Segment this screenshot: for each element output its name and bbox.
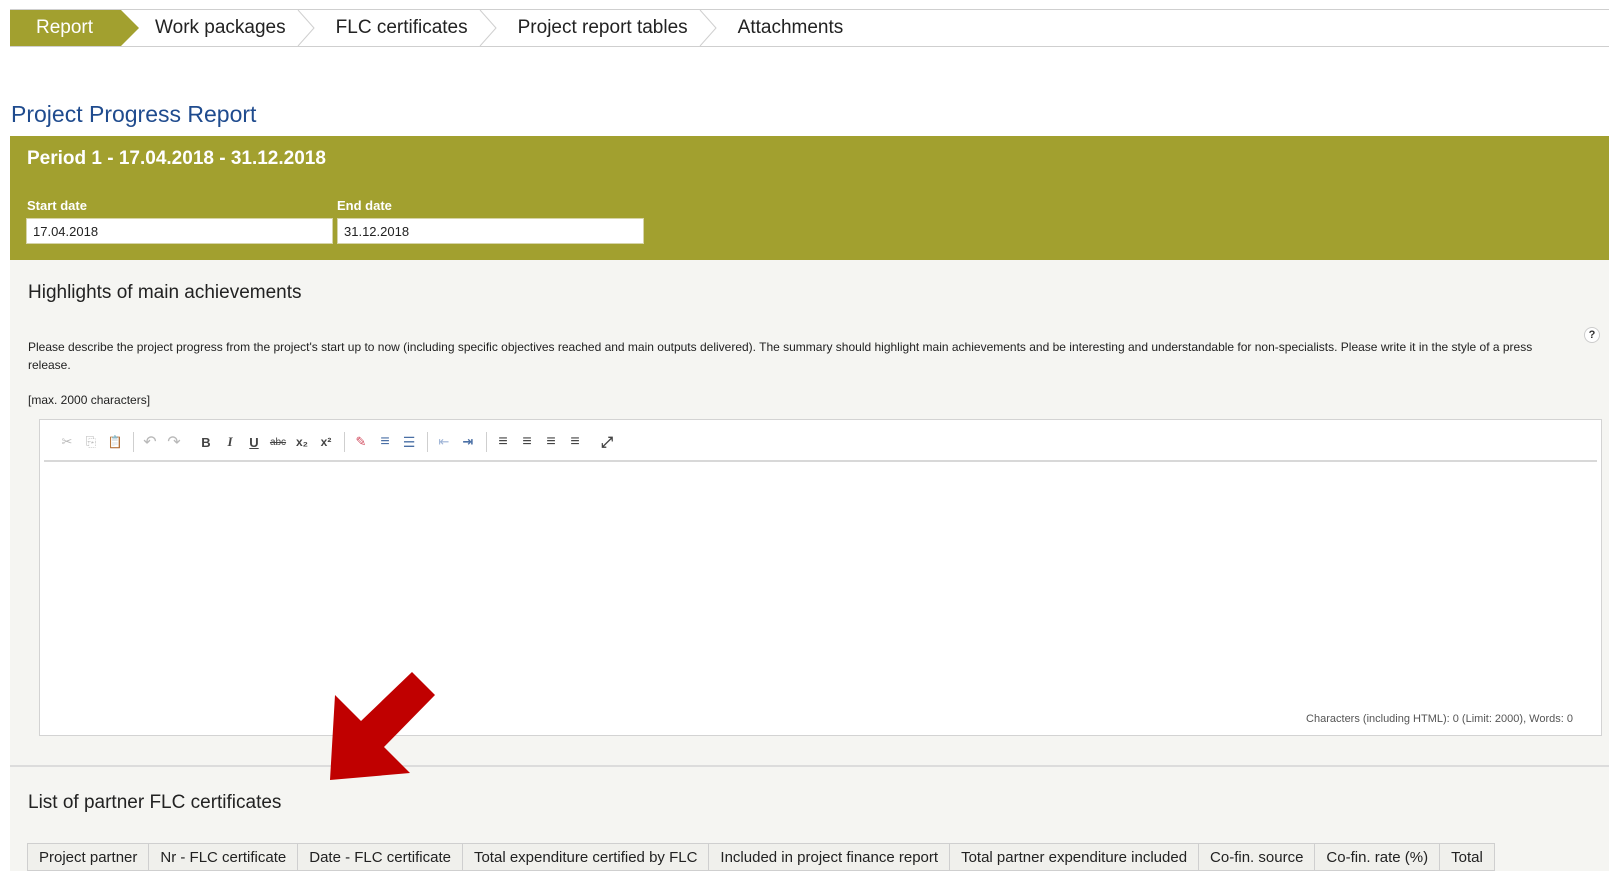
underline-icon[interactable]: U xyxy=(243,431,265,453)
toolbar-separator xyxy=(133,432,134,452)
bullet-list-icon[interactable]: ☰ xyxy=(398,431,420,453)
max-chars-note: [max. 2000 characters] xyxy=(28,393,151,407)
tab-flc-certificates[interactable]: FLC certificates xyxy=(308,10,497,46)
numbered-list-icon[interactable]: ≡ xyxy=(374,431,396,453)
column-header[interactable]: Included in project finance report xyxy=(708,843,950,871)
paste-icon[interactable]: 📋 xyxy=(104,431,126,453)
report-content-panel: Highlights of main achievements Please d… xyxy=(10,260,1609,871)
page-title: Project Progress Report xyxy=(11,101,257,127)
subscript-icon[interactable]: x₂ xyxy=(291,431,313,453)
end-date-input[interactable] xyxy=(337,218,644,244)
start-date-input[interactable] xyxy=(26,218,333,244)
column-header[interactable]: Date - FLC certificate xyxy=(297,843,462,871)
copy-icon[interactable]: ⎘ xyxy=(80,431,102,453)
tab-label: Report xyxy=(36,17,94,38)
tab-bar: Report Work packages FLC certificates Pr… xyxy=(10,9,1609,47)
highlights-heading: Highlights of main achievements xyxy=(28,282,302,303)
flc-table-header: Project partner Nr - FLC certificate Dat… xyxy=(27,843,1495,871)
justify-icon[interactable]: ≡ xyxy=(564,431,586,453)
tab-report[interactable]: Report xyxy=(10,10,140,46)
maximize-icon[interactable]: ⤢ xyxy=(596,431,618,453)
flc-list-heading: List of partner FLC certificates xyxy=(28,792,282,813)
undo-icon[interactable]: ↶ xyxy=(139,431,161,453)
indent-icon[interactable]: ⇥ xyxy=(457,431,479,453)
highlights-text-area[interactable] xyxy=(44,468,1597,728)
toolbar-separator xyxy=(427,432,428,452)
outdent-icon[interactable]: ⇤ xyxy=(433,431,455,453)
rich-text-editor: ✂ ⎘ 📋 ↶ ↷ B I U abc x₂ x² ✎ ≡ ☰ ⇤ ⇥ ≡ ≡ … xyxy=(39,419,1602,736)
period-panel: Period 1 - 17.04.2018 - 31.12.2018 Start… xyxy=(10,136,1609,260)
tab-label: Work packages xyxy=(155,17,286,38)
bold-icon[interactable]: B xyxy=(195,431,217,453)
align-right-icon[interactable]: ≡ xyxy=(540,431,562,453)
redo-icon[interactable]: ↷ xyxy=(163,431,185,453)
toolbar-separator xyxy=(344,432,345,452)
superscript-icon[interactable]: x² xyxy=(315,431,337,453)
tab-label: Attachments xyxy=(737,17,844,38)
tab-project-report-tables[interactable]: Project report tables xyxy=(490,10,717,46)
italic-icon[interactable]: I xyxy=(219,431,241,453)
align-left-icon[interactable]: ≡ xyxy=(492,431,514,453)
period-title: Period 1 - 17.04.2018 - 31.12.2018 xyxy=(27,148,326,169)
column-header[interactable]: Nr - FLC certificate xyxy=(148,843,298,871)
tab-label: Project report tables xyxy=(517,17,688,38)
column-header[interactable]: Co-fin. rate (%) xyxy=(1314,843,1440,871)
column-header[interactable]: Co-fin. source xyxy=(1198,843,1315,871)
editor-toolbar: ✂ ⎘ 📋 ↶ ↷ B I U abc x₂ x² ✎ ≡ ☰ ⇤ ⇥ ≡ ≡ … xyxy=(44,424,1597,462)
tab-work-packages[interactable]: Work packages xyxy=(121,10,315,46)
column-header[interactable]: Total partner expenditure included xyxy=(949,843,1199,871)
column-header[interactable]: Project partner xyxy=(27,843,149,871)
align-center-icon[interactable]: ≡ xyxy=(516,431,538,453)
end-date-label: End date xyxy=(337,198,392,213)
start-date-label: Start date xyxy=(27,198,87,213)
remove-format-icon[interactable]: ✎ xyxy=(350,431,372,453)
tab-attachments[interactable]: Attachments xyxy=(710,10,866,46)
column-header[interactable]: Total expenditure certified by FLC xyxy=(461,843,709,871)
character-counter: Characters (including HTML): 0 (Limit: 2… xyxy=(1306,713,1573,725)
column-header[interactable]: Total xyxy=(1439,843,1495,871)
toolbar-separator xyxy=(486,432,487,452)
highlights-description: Please describe the project progress fro… xyxy=(28,340,1533,372)
help-icon[interactable]: ? xyxy=(1584,327,1600,343)
section-divider xyxy=(10,765,1609,767)
red-arrow-icon xyxy=(330,672,435,780)
tab-label: FLC certificates xyxy=(335,17,468,38)
cut-icon[interactable]: ✂ xyxy=(56,431,78,453)
strikethrough-icon[interactable]: abc xyxy=(267,431,289,453)
